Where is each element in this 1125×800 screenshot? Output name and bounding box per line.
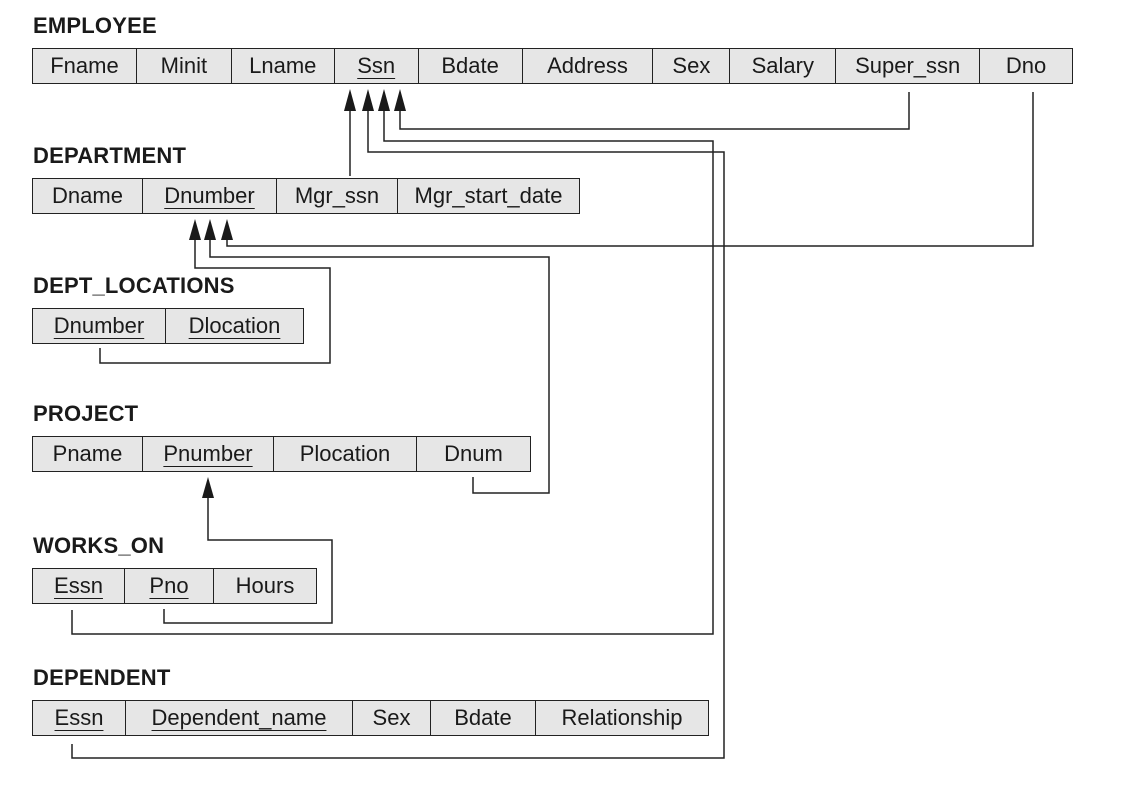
- fk-line-super-ssn: [399, 92, 910, 130]
- fk-line-works-on-essn: [71, 108, 714, 635]
- arrowhead-icon: [204, 219, 216, 240]
- arrowhead-icon: [344, 89, 356, 111]
- fk-line-dnum: [209, 238, 550, 494]
- arrowhead-icon: [202, 477, 214, 498]
- arrowhead-icon: [362, 89, 374, 111]
- foreign-key-connectors: [71, 89, 1034, 759]
- fk-line-dependent-essn: [71, 108, 725, 759]
- arrowhead-icon: [221, 219, 233, 240]
- arrowhead-icon: [378, 89, 390, 111]
- fk-line-dno: [226, 92, 1034, 247]
- arrowhead-icon: [394, 89, 406, 111]
- fk-line-pno: [163, 496, 333, 624]
- arrowhead-icon: [189, 219, 201, 240]
